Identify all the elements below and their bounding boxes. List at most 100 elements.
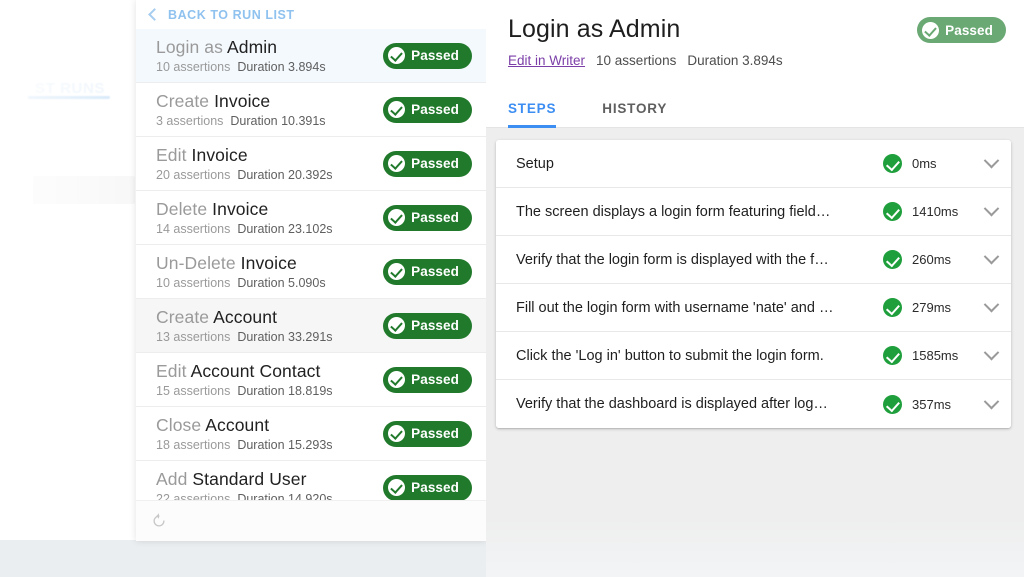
run-row-meta: Un-Delete Invoice 10 assertions Duration …: [156, 253, 326, 290]
background-card-placeholder: [33, 176, 135, 204]
history-refresh-icon[interactable]: [150, 512, 168, 530]
run-row-duration: Duration 15.293s: [237, 438, 333, 452]
step-description: Fill out the login form with username 'n…: [516, 299, 834, 316]
run-row-meta: Close Account 18 assertions Duration 15.2…: [156, 415, 333, 452]
run-row-name-strong: Account: [205, 415, 270, 435]
run-row-sub: 3 assertions Duration 10.391s: [156, 114, 326, 128]
step-row[interactable]: Click the 'Log in' button to submit the …: [496, 332, 1011, 380]
status-badge: Passed: [383, 96, 472, 123]
run-row-name-strong: Admin: [226, 37, 278, 57]
step-duration: 1410ms: [912, 204, 959, 219]
run-row-name-prefix: Un-Delete: [156, 253, 241, 273]
table-row[interactable]: Close Account 18 assertions Duration 15.2…: [136, 407, 486, 461]
run-row-name-strong: Invoice: [212, 199, 269, 219]
chevron-down-icon[interactable]: [983, 248, 1000, 265]
run-row-sub: 13 assertions Duration 33.291s: [156, 330, 333, 344]
step-duration: 279ms: [912, 300, 952, 315]
step-description: Verify that the dashboard is displayed a…: [516, 396, 828, 412]
run-row-name: Edit Invoice: [156, 145, 333, 166]
run-row-duration: Duration 10.391s: [230, 114, 326, 128]
status-badge-label: Passed: [411, 210, 459, 225]
run-row-assertions: 13 assertions: [156, 330, 231, 344]
run-row-name-strong: Standard User: [192, 469, 307, 489]
run-row-name-prefix: Delete: [156, 199, 213, 219]
table-row[interactable]: Edit Account Contact 15 assertions Durati…: [136, 353, 486, 407]
step-row[interactable]: Setup 0ms: [496, 140, 1011, 188]
table-row[interactable]: Un-Delete Invoice 10 assertions Duration …: [136, 245, 486, 299]
status-badge-label: Passed: [411, 318, 459, 333]
run-row-duration: Duration 3.894s: [237, 60, 326, 74]
chevron-down-icon[interactable]: [983, 393, 1000, 409]
run-row-name-prefix: Close: [156, 415, 206, 435]
run-row-name-strong: Account: [213, 307, 278, 327]
detail-assertions: 10 assertions: [596, 52, 677, 68]
run-row-name: Create Account: [156, 307, 333, 328]
status-badge: Passed: [917, 17, 1006, 44]
chevron-down-icon[interactable]: [983, 344, 1000, 361]
run-row-name-prefix: Add: [156, 469, 193, 489]
status-badge: Passed: [383, 312, 472, 339]
status-badge-label: Passed: [411, 156, 459, 171]
status-badge-label: Passed: [411, 48, 459, 63]
check-circle-icon: [388, 263, 406, 280]
run-row-sub: 18 assertions Duration 15.293s: [156, 438, 333, 452]
table-row[interactable]: Edit Invoice 20 assertions Duration 20.39…: [136, 137, 486, 191]
check-circle-icon: [388, 479, 406, 496]
step-row[interactable]: The screen displays a login form featuri…: [496, 188, 1011, 236]
run-row-assertions: 14 assertions: [156, 222, 231, 236]
tab-history[interactable]: HISTORY: [602, 101, 689, 127]
run-row-assertions: 20 assertions: [156, 168, 231, 182]
status-badge-label: Passed: [945, 22, 993, 38]
table-row[interactable]: Create Invoice 3 assertions Duration 10.3…: [136, 83, 486, 137]
run-row-name: Un-Delete Invoice: [156, 253, 326, 274]
run-row-duration: Duration 5.090s: [237, 276, 326, 290]
detail-tabs: STEPS HISTORY: [486, 101, 1024, 128]
status-badge-label: Passed: [411, 102, 459, 117]
table-row[interactable]: Delete Invoice 14 assertions Duration 23.…: [136, 191, 486, 245]
run-row-name-strong: Invoice: [240, 253, 297, 273]
run-row-assertions: 10 assertions: [156, 276, 231, 290]
back-to-run-list-button[interactable]: BACK TO RUN LIST: [136, 0, 486, 29]
check-circle-icon: [883, 346, 902, 365]
check-circle-icon: [388, 317, 406, 334]
detail-duration: Duration 3.894s: [687, 52, 783, 68]
run-row-name: Create Invoice: [156, 91, 326, 112]
run-row-meta: Create Account 13 assertions Duration 33.…: [156, 307, 333, 344]
run-list-footer: [136, 500, 486, 541]
chevron-down-icon[interactable]: [983, 296, 1000, 313]
edit-in-writer-link[interactable]: Edit in Writer: [508, 53, 585, 68]
run-list: Login as Admin 10 assertions Duration 3.8…: [136, 29, 486, 515]
chevron-down-icon[interactable]: [983, 152, 1000, 169]
status-badge-label: Passed: [411, 264, 459, 279]
chevron-down-icon[interactable]: [983, 200, 1000, 217]
tab-steps[interactable]: STEPS: [508, 101, 578, 128]
step-duration: 1585ms: [912, 348, 959, 363]
run-row-duration: Duration 18.819s: [237, 384, 333, 398]
run-row-assertions: 3 assertions: [156, 114, 224, 128]
step-row[interactable]: Verify that the dashboard is displayed a…: [496, 380, 1011, 428]
status-badge-pill: Passed: [917, 17, 1006, 43]
run-row-name-prefix: Edit: [156, 361, 191, 381]
status-badge: Passed: [383, 366, 472, 393]
status-badge: Passed: [383, 420, 472, 447]
status-badge-label: Passed: [411, 480, 459, 495]
run-list-panel: BACK TO RUN LIST Login as Admin 10 assert…: [136, 0, 486, 541]
status-badge: Passed: [383, 474, 472, 501]
background-tab-underline: [28, 96, 110, 99]
step-description: Setup: [516, 155, 554, 172]
step-row[interactable]: Fill out the login form with username 'n…: [496, 284, 1011, 332]
run-row-name-strong: Account Contact: [190, 361, 321, 381]
table-row[interactable]: Create Account 13 assertions Duration 33.…: [136, 299, 486, 353]
check-circle-icon: [388, 155, 406, 172]
check-circle-icon: [388, 47, 406, 64]
run-row-name-prefix: Create: [156, 91, 215, 111]
run-row-assertions: 18 assertions: [156, 438, 231, 452]
check-circle-icon: [883, 154, 902, 173]
run-row-meta: Edit Invoice 20 assertions Duration 20.39…: [156, 145, 333, 182]
step-row[interactable]: Verify that the login form is displayed …: [496, 236, 1011, 284]
status-badge-label: Passed: [411, 372, 459, 387]
status-badge: Passed: [383, 42, 472, 69]
table-row[interactable]: Login as Admin 10 assertions Duration 3.8…: [136, 29, 486, 83]
run-row-name-strong: Invoice: [214, 91, 271, 111]
background-test-runs-tab-label: ST RUNS: [34, 80, 106, 97]
